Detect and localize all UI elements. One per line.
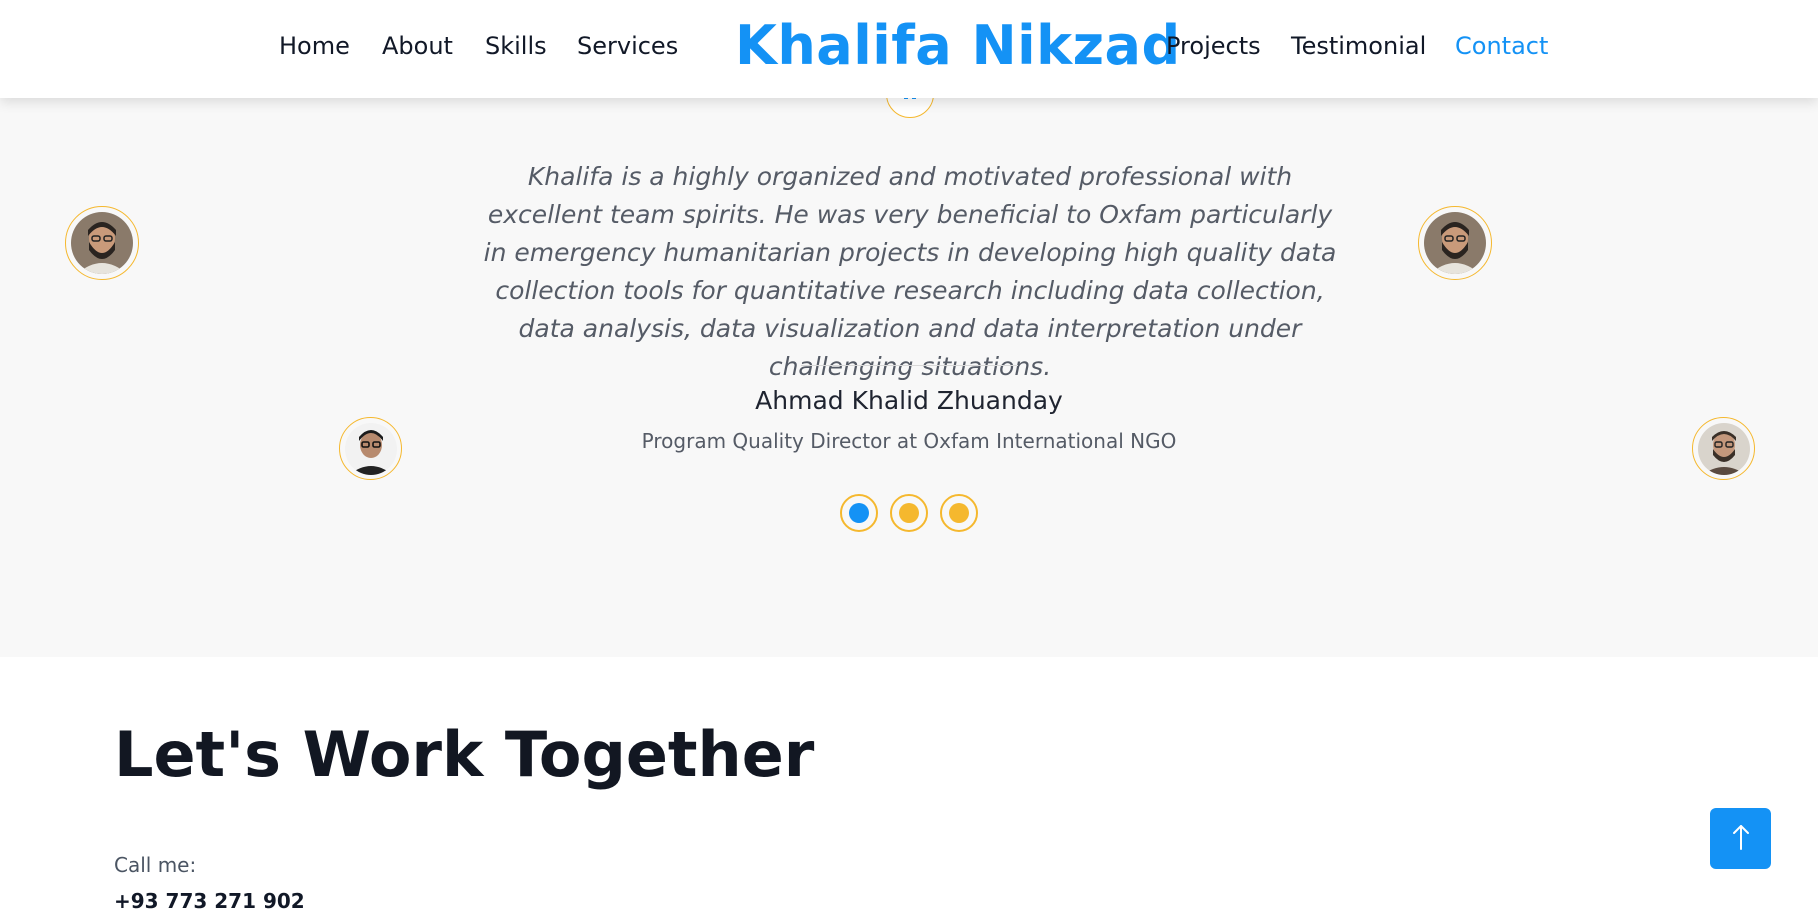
back-to-top-button[interactable] xyxy=(1710,808,1771,869)
testimonial-quote: Khalifa is a highly organized and motiva… xyxy=(483,162,1337,381)
avatar[interactable] xyxy=(1692,417,1755,480)
nav-skills[interactable]: Skills xyxy=(485,32,547,60)
carousel-dot[interactable] xyxy=(940,494,978,532)
testimonial-role: Program Quality Director at Oxfam Intern… xyxy=(641,429,1177,453)
avatar[interactable] xyxy=(1418,206,1492,280)
contact-heading: Let's Work Together xyxy=(114,718,815,791)
carousel-pagination xyxy=(840,494,978,532)
site-header: Home About Skills Services Khalifa Nikza… xyxy=(0,0,1818,98)
testimonial-section: Khalifa is a highly organized and motiva… xyxy=(0,0,1818,657)
nav-services[interactable]: Services xyxy=(577,32,678,60)
carousel-dot[interactable] xyxy=(890,494,928,532)
nav-about[interactable]: About xyxy=(382,32,453,60)
avatar[interactable] xyxy=(65,206,139,280)
nav-contact[interactable]: Contact xyxy=(1455,32,1548,60)
carousel-dot[interactable] xyxy=(840,494,878,532)
nav-projects[interactable]: Projects xyxy=(1166,32,1261,60)
site-logo[interactable]: Khalifa Nikzad xyxy=(735,14,1181,77)
phone-number[interactable]: +93 773 271 902 xyxy=(114,889,305,913)
page: Khalifa is a highly organized and motiva… xyxy=(0,0,1818,915)
nav-home[interactable]: Home xyxy=(279,32,350,60)
call-label: Call me: xyxy=(114,853,197,877)
testimonial-author: Ahmad Khalid Zhuanday xyxy=(755,386,1063,415)
avatar[interactable] xyxy=(339,417,402,480)
divider xyxy=(801,365,1018,366)
nav-testimonial[interactable]: Testimonial xyxy=(1291,32,1426,60)
arrow-up-icon xyxy=(1729,822,1753,856)
